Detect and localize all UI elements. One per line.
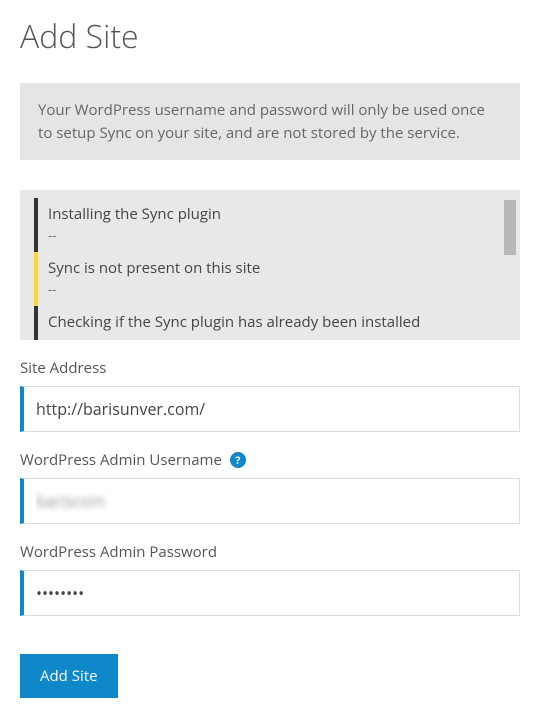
log-separator: -- — [48, 334, 56, 340]
add-site-button[interactable]: Add Site — [20, 654, 118, 698]
admin-password-group: WordPress Admin Password — [20, 542, 520, 616]
log-separator: -- — [48, 280, 56, 298]
scrollbar-thumb[interactable] — [504, 200, 516, 255]
admin-username-group: WordPress Admin Username ? — [20, 450, 520, 524]
log-entry: Sync is not present on this site -- — [34, 252, 506, 306]
admin-username-input[interactable] — [20, 478, 520, 524]
log-entry-text: Installing the Sync plugin — [48, 204, 221, 224]
log-separator: -- — [48, 226, 56, 244]
site-address-input[interactable] — [20, 386, 520, 432]
install-log[interactable]: Installing the Sync plugin -- Sync is no… — [20, 190, 520, 340]
help-icon[interactable]: ? — [230, 452, 246, 468]
site-address-group: Site Address — [20, 358, 520, 432]
info-notice: Your WordPress username and password wil… — [20, 83, 520, 160]
site-address-label: Site Address — [20, 358, 520, 378]
log-entry-text: Sync is not present on this site — [48, 258, 260, 278]
admin-username-label: WordPress Admin Username — [20, 450, 222, 470]
admin-password-input[interactable] — [20, 570, 520, 616]
log-entry: Checking if the Sync plugin has already … — [34, 306, 506, 340]
log-entry: Installing the Sync plugin -- — [34, 198, 506, 252]
log-entry-text: Checking if the Sync plugin has already … — [48, 312, 420, 332]
page-title: Add Site — [20, 15, 520, 58]
admin-password-label: WordPress Admin Password — [20, 542, 520, 562]
